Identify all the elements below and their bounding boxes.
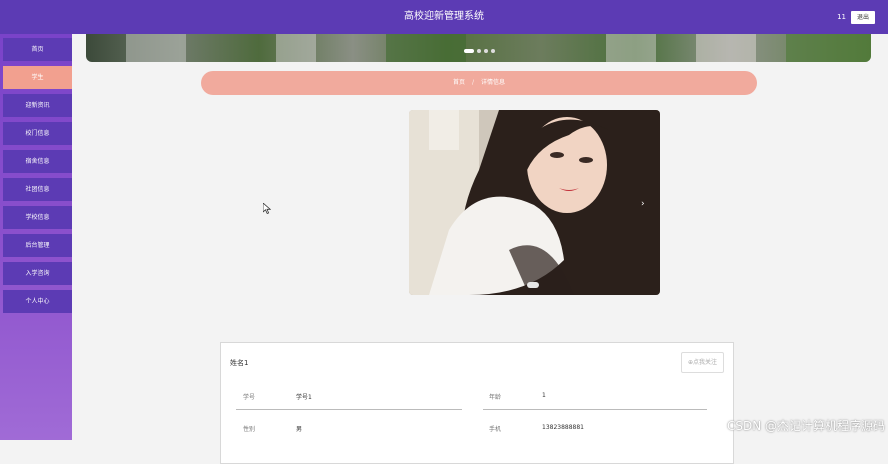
carousel-dot[interactable] <box>484 49 488 53</box>
sidebar-item-news[interactable]: 迎新资讯 <box>3 94 72 117</box>
mouse-cursor-icon <box>263 203 271 214</box>
breadcrumb-current: 详情信息 <box>480 79 505 86</box>
sidebar-item-home[interactable]: 首页 <box>3 38 72 61</box>
field-label-phone: 手机 <box>489 426 502 433</box>
sidebar-item-gate-info[interactable]: 校门信息 <box>3 122 72 145</box>
field-value-age: 1 <box>542 392 546 399</box>
watermark: CSDN @杰记计算机程序源码 <box>726 419 885 433</box>
carousel-next-icon[interactable]: › <box>641 199 645 209</box>
banner-image <box>86 34 871 62</box>
logout-button[interactable]: 退出 <box>851 11 875 24</box>
carousel-dot[interactable] <box>491 49 495 53</box>
sidebar-item-club-info[interactable]: 社团信息 <box>3 178 72 201</box>
field-divider <box>236 409 462 410</box>
username: 11 <box>837 13 846 21</box>
sidebar-item-enrollment-consult[interactable]: 入学咨询 <box>3 262 72 285</box>
field-divider <box>483 409 707 410</box>
sidebar-item-profile[interactable]: 个人中心 <box>3 290 72 313</box>
detail-card: 姓名1 ⊕点我关注 学号 学号1 年龄 1 性别 男 手机 1382388888… <box>220 342 734 464</box>
breadcrumb: 首页 / 详情信息 <box>201 71 757 95</box>
sidebar-item-school-info[interactable]: 学校信息 <box>3 206 72 229</box>
sidebar-item-dorm-info[interactable]: 宿舍信息 <box>3 150 72 173</box>
photo-illustration: › <box>409 110 660 295</box>
sidebar: 首页 学生 迎新资讯 校门信息 宿舍信息 社团信息 学校信息 后台管理 入学咨询… <box>0 34 72 440</box>
top-bar: 高校迎新管理系统 11 退出 <box>0 0 888 34</box>
field-value-student-id: 学号1 <box>296 394 312 401</box>
sidebar-item-admin[interactable]: 后台管理 <box>3 234 72 257</box>
breadcrumb-separator: / <box>471 79 475 86</box>
carousel-dot[interactable] <box>477 49 481 53</box>
follow-button[interactable]: ⊕点我关注 <box>681 352 724 373</box>
field-value-phone: 13823888881 <box>542 424 584 431</box>
app-title: 高校迎新管理系统 <box>404 11 484 22</box>
student-photo: › <box>409 110 660 295</box>
sidebar-item-student[interactable]: 学生 <box>3 66 72 89</box>
breadcrumb-home-link[interactable]: 首页 <box>453 79 465 86</box>
field-label-student-id: 学号 <box>243 394 256 401</box>
field-label-age: 年龄 <box>489 394 502 401</box>
student-name: 姓名1 <box>230 359 249 367</box>
carousel-dot-active[interactable] <box>464 49 474 53</box>
field-value-gender: 男 <box>296 426 303 433</box>
field-label-gender: 性别 <box>243 426 256 433</box>
